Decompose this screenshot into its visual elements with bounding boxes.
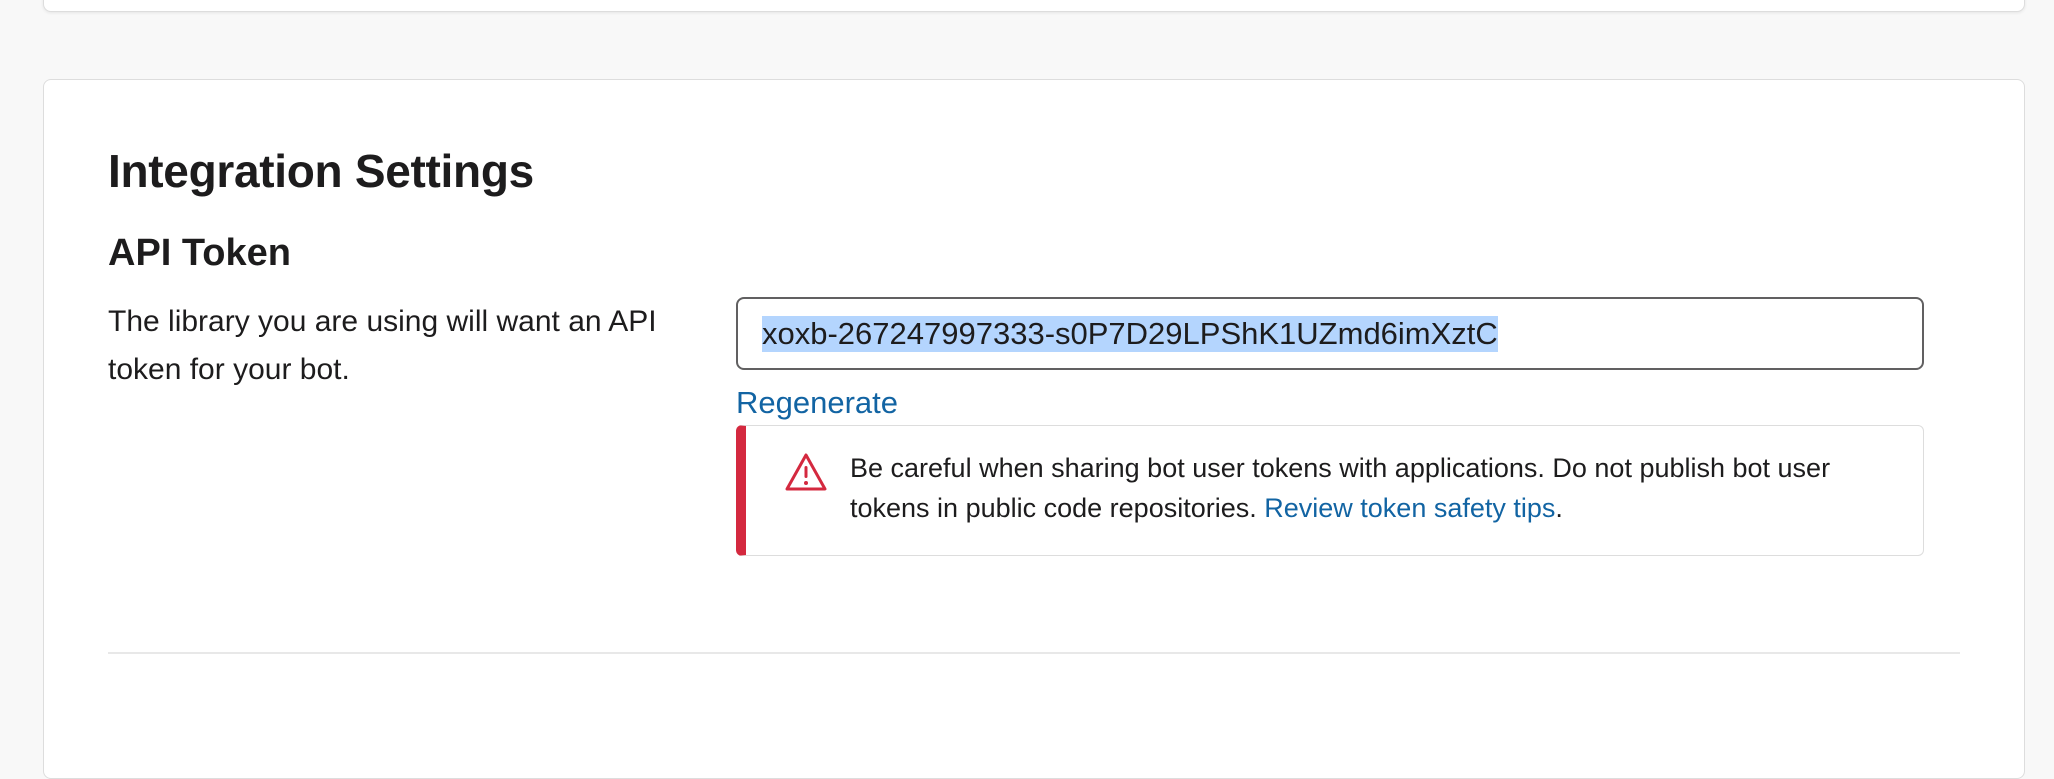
warning-triangle-icon [785,453,827,491]
regenerate-link[interactable]: Regenerate [736,385,898,421]
warning-message: Be careful when sharing bot user tokens … [850,448,1910,528]
warning-trailing-period: . [1555,493,1563,523]
integration-settings-card: Integration Settings API Token The libra… [43,79,2025,779]
previous-card [43,0,2025,12]
section-title: Integration Settings [108,145,534,197]
api-token-description: The library you are using will want an A… [108,305,657,386]
token-warning-banner: Be careful when sharing bot user tokens … [736,425,1924,556]
api-token-heading: API Token [108,232,291,274]
token-safety-tips-link[interactable]: Review token safety tips [1264,493,1555,523]
api-token-field[interactable] [736,297,1924,370]
section-divider [108,652,1960,654]
